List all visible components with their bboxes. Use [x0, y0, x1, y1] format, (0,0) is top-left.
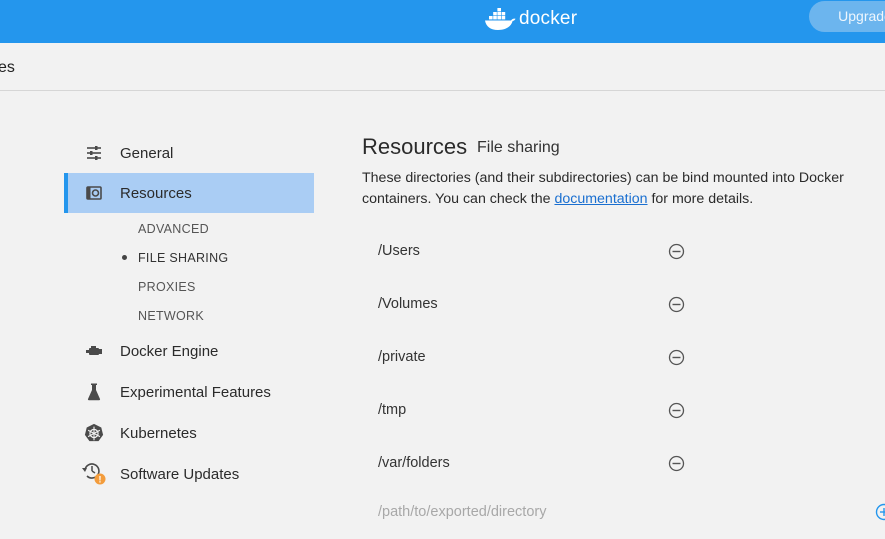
- directory-path: /var/folders: [378, 455, 450, 471]
- sidebar-item-general[interactable]: General: [64, 133, 314, 173]
- subnav-advanced[interactable]: ADVANCED: [138, 222, 209, 236]
- sidebar-item-label: Kubernetes: [120, 424, 197, 442]
- directory-path: /private: [378, 349, 426, 365]
- sidebar-item-label: Docker Engine: [120, 342, 219, 360]
- docker-logo: docker: [484, 6, 577, 32]
- kubernetes-icon: [84, 423, 104, 443]
- sidebar-item-docker-engine[interactable]: Docker Engine: [64, 331, 314, 371]
- subnav-file-sharing[interactable]: FILE SHARING: [138, 251, 228, 265]
- subnav-network[interactable]: NETWORK: [138, 309, 204, 323]
- directory-row: /Volumes: [362, 290, 692, 320]
- documentation-link[interactable]: documentation: [554, 191, 647, 207]
- sidebar-item-label: Resources: [120, 184, 192, 202]
- page-title: es: [0, 59, 15, 76]
- current-indicator: [122, 255, 127, 260]
- directory-path: /Volumes: [378, 296, 438, 312]
- top-bar: docker Upgrade: [0, 0, 885, 43]
- sidebar-item-label: Software Updates: [120, 465, 240, 483]
- remove-directory-icon[interactable]: [668, 243, 685, 260]
- flask-icon: [84, 382, 104, 402]
- directory-row: /private: [362, 343, 692, 373]
- subnav-proxies[interactable]: PROXIES: [138, 280, 196, 294]
- updates-icon: !: [82, 463, 106, 485]
- directory-path-input[interactable]: [362, 499, 872, 525]
- directory-row: /var/folders: [362, 449, 692, 479]
- alert-badge-text: !: [99, 475, 102, 485]
- remove-directory-icon[interactable]: [668, 296, 685, 313]
- sidebar-item-experimental[interactable]: Experimental Features: [64, 372, 314, 412]
- remove-directory-icon[interactable]: [668, 455, 685, 472]
- title-bar: es: [0, 43, 885, 91]
- section-subtitle: File sharing: [477, 139, 560, 156]
- description-text-end: for more details.: [647, 191, 754, 207]
- section-title: Resources: [362, 134, 468, 159]
- sidebar-item-label: Experimental Features: [120, 383, 271, 401]
- sidebar-item-resources[interactable]: Resources: [64, 173, 314, 213]
- remove-directory-icon[interactable]: [668, 402, 685, 419]
- logo-text: docker: [519, 8, 578, 29]
- directory-path: /Users: [378, 243, 420, 259]
- engine-icon: [84, 341, 104, 361]
- whale-icon: [485, 8, 516, 30]
- sidebar-item-software-updates[interactable]: ! Software Updates: [64, 454, 314, 494]
- add-directory-icon[interactable]: [875, 503, 885, 521]
- section-description: These directories (and their subdirector…: [362, 168, 882, 210]
- sliders-icon: [84, 143, 104, 163]
- directory-row: /Users: [362, 237, 692, 267]
- upgrade-button[interactable]: Upgrade: [809, 1, 885, 32]
- sidebar-item-label: General: [120, 144, 174, 162]
- resources-icon: [84, 183, 104, 203]
- directory-row: /tmp: [362, 396, 692, 426]
- directory-path: /tmp: [378, 402, 407, 418]
- sidebar-item-kubernetes[interactable]: Kubernetes: [64, 413, 314, 453]
- remove-directory-icon[interactable]: [668, 349, 685, 366]
